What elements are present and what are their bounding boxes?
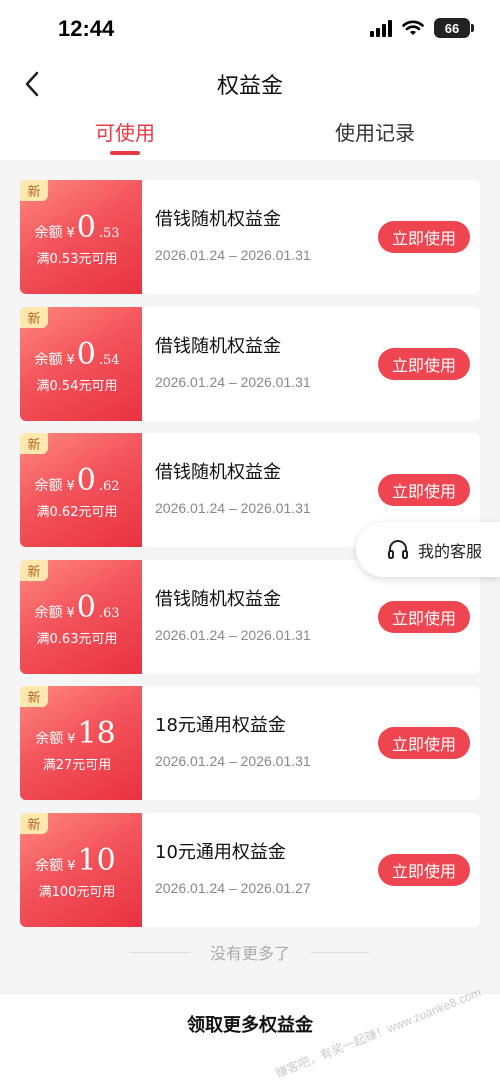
coupon-validity: 2026.01.24 – 2026.01.31 [155, 247, 311, 263]
new-badge: 新 [20, 433, 48, 454]
coupon-title: 10元通用权益金 [155, 841, 286, 863]
coupon-card: 新 余额 ¥ 10 满100元可用 10元通用权益金 2026.01.24 – … [20, 812, 480, 927]
amount-label: 余额 [34, 351, 63, 368]
coupon-info: 借钱随机权益金 2026.01.24 – 2026.01.31 立即使用 [142, 180, 480, 294]
amount-integer: 0 [76, 210, 96, 245]
amount-integer: 0 [76, 336, 96, 372]
no-more-text: 没有更多了 [209, 944, 290, 963]
tab-available[interactable]: 可使用 [95, 117, 155, 146]
amount-decimal: .62 [98, 479, 120, 494]
currency-symbol: ¥ [67, 732, 76, 747]
coupon-info: 18元通用权益金 2026.01.24 – 2026.01.31 立即使用 [142, 686, 480, 800]
amount-label: 余额 [34, 478, 63, 494]
coupon-validity: 2026.01.24 – 2026.01.31 [155, 373, 311, 390]
bottom-bar: 领取更多权益金 赚客吧，有奖一起赚！www.zuanke8.com [0, 985, 500, 1082]
coupon-card: 新 余额 ¥ 18 满27元可用 18元通用权益金 2026.01.24 – 2… [20, 686, 480, 800]
currency-symbol: ¥ [67, 858, 76, 874]
use-now-button[interactable]: 立即使用 [378, 347, 470, 380]
coupon-title: 借钱随机权益金 [155, 462, 281, 483]
signal-icon [370, 19, 392, 37]
wifi-icon [402, 20, 424, 35]
currency-symbol: ¥ [66, 479, 75, 494]
coupon-amount-panel: 新 余额 ¥ 18 满27元可用 [20, 686, 147, 800]
status-time: 12:44 [58, 16, 115, 41]
coupon-validity: 2026.01.24 – 2026.01.31 [155, 753, 311, 769]
use-now-button[interactable]: 立即使用 [378, 853, 470, 886]
status-bar: 12:44 66 [0, 0, 500, 60]
usage-threshold: 满0.62元可用 [36, 505, 118, 520]
usage-threshold: 满100元可用 [38, 884, 116, 900]
coupon-validity: 2026.01.24 – 2026.01.31 [155, 500, 311, 516]
amount-line: 余额 ¥ 0 .62 [20, 463, 134, 498]
amount-decimal: .63 [98, 605, 120, 621]
amount-line: 余额 ¥ 0 .63 [20, 590, 134, 625]
currency-symbol: ¥ [66, 605, 75, 621]
amount-decimal: .53 [98, 226, 120, 241]
no-more-divider: 没有更多了 [130, 940, 370, 964]
new-badge: 新 [20, 180, 48, 201]
amount-integer: 0 [76, 463, 96, 498]
coupon-amount-panel: 新 余额 ¥ 0 .53 满0.53元可用 [20, 180, 147, 294]
coupon-validity: 2026.01.24 – 2026.01.31 [155, 626, 311, 643]
coupon-amount-panel: 新 余额 ¥ 0 .54 满0.54元可用 [20, 306, 147, 421]
coupon-title: 借钱随机权益金 [155, 588, 281, 610]
coupon-title: 借钱随机权益金 [155, 335, 281, 357]
coupon-info: 借钱随机权益金 2026.01.24 – 2026.01.31 立即使用 [142, 307, 480, 421]
use-now-button[interactable]: 立即使用 [378, 727, 470, 759]
coupon-amount-panel: 新 余额 ¥ 0 .62 满0.62元可用 [20, 433, 147, 547]
amount-integer: 10 [77, 842, 116, 878]
battery-icon: 66 [434, 18, 474, 38]
new-badge: 新 [20, 559, 48, 581]
coupon-title: 借钱随机权益金 [155, 209, 281, 230]
coupon-info: 10元通用权益金 2026.01.24 – 2026.01.27 立即使用 [142, 813, 480, 927]
usage-threshold: 满0.63元可用 [36, 631, 118, 647]
customer-service-button[interactable]: 我的客服 [356, 522, 500, 577]
amount-line: 余额 ¥ 0 .53 [20, 210, 134, 245]
new-badge: 新 [20, 812, 48, 834]
amount-line: 余额 ¥ 10 [20, 843, 134, 878]
use-now-button[interactable]: 立即使用 [378, 474, 470, 506]
amount-line: 余额 ¥ 0 .54 [20, 337, 134, 372]
new-badge: 新 [20, 686, 48, 707]
headset-icon [388, 539, 408, 559]
usage-threshold: 满0.53元可用 [36, 252, 118, 267]
amount-label: 余额 [34, 604, 63, 621]
coupon-card: 新 余额 ¥ 0 .53 满0.53元可用 借钱随机权益金 2026.01.24… [20, 180, 480, 294]
tab-usage-history[interactable]: 使用记录 [335, 117, 415, 146]
amount-line: 余额 ¥ 18 [20, 716, 134, 751]
coupon-validity: 2026.01.24 – 2026.01.27 [155, 879, 311, 896]
nav-bar: 权益金 [0, 60, 500, 105]
page-title: 权益金 [216, 74, 283, 99]
amount-integer: 0 [76, 589, 96, 625]
coupon-amount-panel: 新 余额 ¥ 10 满100元可用 [20, 812, 147, 927]
usage-threshold: 满0.54元可用 [36, 378, 118, 394]
status-icons: 66 [370, 18, 474, 38]
customer-service-label: 我的客服 [418, 541, 483, 561]
coupon-card: 新 余额 ¥ 0 .54 满0.54元可用 借钱随机权益金 2026.01.24… [20, 306, 480, 421]
amount-integer: 18 [77, 716, 116, 751]
use-now-button[interactable]: 立即使用 [378, 600, 470, 633]
tab-bar: 可使用 使用记录 [0, 105, 500, 160]
amount-decimal: .54 [98, 352, 120, 368]
new-badge: 新 [20, 306, 48, 328]
coupon-title: 18元通用权益金 [155, 715, 286, 736]
currency-symbol: ¥ [66, 226, 75, 241]
amount-label: 余额 [34, 225, 63, 241]
amount-label: 余额 [35, 857, 64, 874]
use-now-button[interactable]: 立即使用 [378, 221, 470, 253]
usage-threshold: 满27元可用 [42, 758, 112, 773]
tab-indicator [110, 151, 140, 155]
amount-label: 余额 [35, 731, 64, 747]
coupon-amount-panel: 新 余额 ¥ 0 .63 满0.63元可用 [20, 559, 147, 674]
currency-symbol: ¥ [66, 352, 75, 368]
